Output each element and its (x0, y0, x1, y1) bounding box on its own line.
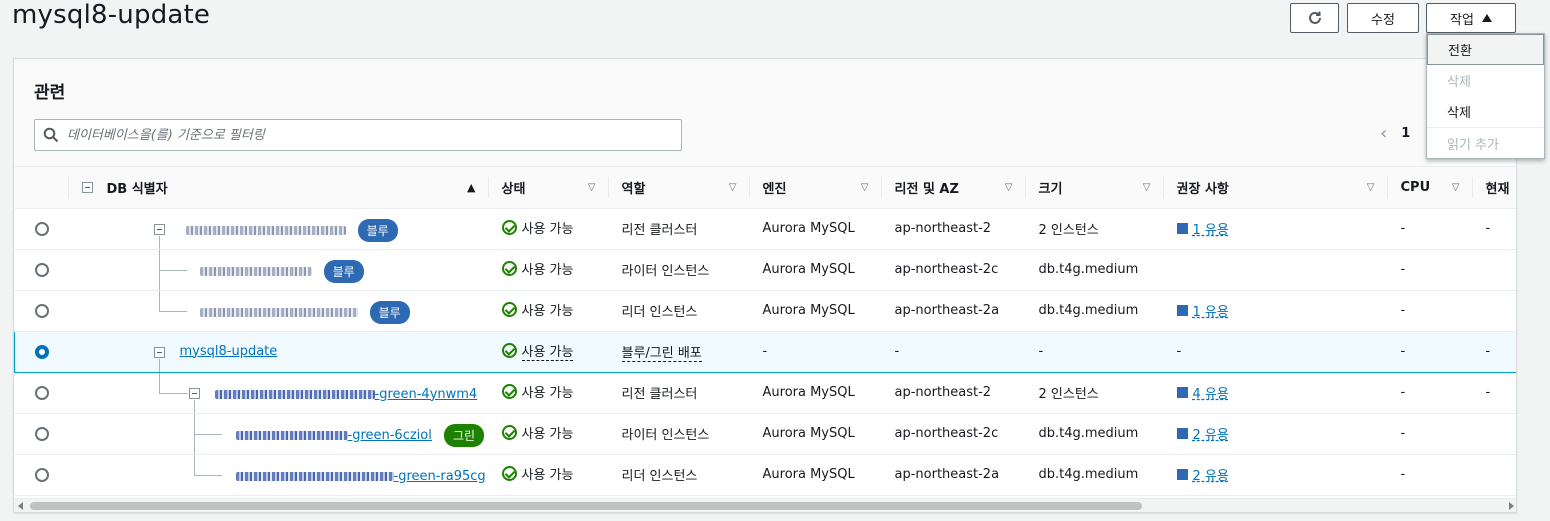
pagination: ‹ 1 (1380, 123, 1410, 144)
table-row[interactable]: -green-6cziol 그린 사용 가능 라이터 인스턴스 Aurora M… (14, 413, 1516, 455)
databases-table: DB 식별자 ▲ 상태 ▽ 역할 ▽ 엔진 ▽ 리전 및 AZ ▽ 크기 ▽ 권장 사항 ▽… (14, 167, 1516, 496)
menu-item-delete[interactable]: 삭제 (1427, 96, 1544, 127)
related-header: 관련 ‹ 1 (14, 59, 1516, 167)
actions-label: 작업 (1450, 12, 1474, 28)
chevron-left-icon[interactable]: ‹ (1380, 123, 1387, 144)
check-circle-icon (501, 220, 517, 235)
sort-icon: ▽ (1366, 182, 1375, 193)
recommendation-link[interactable]: 4 유용 (1176, 383, 1229, 402)
collapse-icon[interactable] (153, 346, 165, 358)
column-header-cpu[interactable]: CPU ▽ (1386, 167, 1472, 209)
blue-badge: 블루 (323, 259, 364, 283)
db-id-link[interactable]: -green-4ynwm4 (375, 387, 478, 402)
related-title: 관련 (34, 83, 66, 103)
check-circle-icon (501, 343, 517, 359)
collapse-icon[interactable] (153, 223, 165, 235)
column-header-status[interactable]: 상태 ▽ (487, 167, 608, 209)
recommendation-link[interactable]: 2 유용 (1176, 465, 1229, 484)
info-square-icon (1176, 428, 1188, 439)
menu-item-add-reader: 읽기 추가 (1427, 127, 1544, 158)
search-input[interactable] (67, 127, 681, 143)
check-circle-icon (501, 466, 517, 481)
table-row[interactable]: -green-4ynwm4 그린 사용 가능 리전 클러스터 Aurora My… (14, 372, 1516, 414)
recommendation-link[interactable]: 2 유용 (1176, 424, 1229, 443)
sort-icon: ▽ (587, 182, 596, 193)
redacted-db-id (214, 389, 375, 399)
sort-icon: ▽ (1451, 182, 1460, 193)
sort-ascending-icon: ▲ (467, 181, 476, 194)
redacted-db-id (235, 430, 348, 440)
info-square-icon (1176, 223, 1188, 234)
db-id-link[interactable]: -green-6cziol (348, 428, 432, 443)
table-row[interactable]: 블루 사용 가능 리더 인스턴스 Aurora MySQL ap-northea… (14, 290, 1516, 332)
recommendation-link[interactable]: 1 유용 (1176, 301, 1229, 320)
search-icon (43, 127, 59, 143)
green-badge: 그린 (444, 423, 485, 447)
column-header-role[interactable]: 역할 ▽ (607, 167, 749, 209)
row-radio[interactable] (34, 467, 49, 482)
horizontal-scrollbar[interactable] (14, 498, 1516, 512)
redacted-db-id (235, 471, 394, 481)
check-circle-icon (501, 261, 517, 276)
redacted-db-id (199, 266, 312, 276)
row-radio[interactable] (34, 385, 49, 400)
menu-item-delete-disabled: 삭제 (1447, 75, 1471, 90)
redacted-db-id (185, 225, 346, 235)
scroll-right-icon[interactable] (1509, 502, 1514, 510)
scroll-thumb[interactable] (30, 502, 1142, 510)
collapse-icon[interactable] (188, 387, 200, 399)
sort-icon: ▽ (1004, 182, 1013, 193)
column-header-recommendation[interactable]: 권장 사항 ▽ (1162, 167, 1387, 209)
table-row[interactable]: -green-ra95cg 그린 사용 가능 리더 인스턴스 Aurora My… (14, 454, 1516, 496)
search-box[interactable] (34, 119, 682, 151)
check-circle-icon (501, 425, 517, 440)
column-header-current[interactable]: 현재 (1471, 167, 1516, 209)
actions-button[interactable]: 작업 (1426, 3, 1516, 33)
refresh-button[interactable] (1290, 3, 1339, 33)
info-square-icon (1176, 469, 1188, 480)
row-radio[interactable] (34, 221, 49, 236)
menu-item-switchover[interactable]: 전환 (1427, 34, 1544, 65)
column-header-db-id[interactable]: DB 식별자 ▲ (67, 167, 488, 209)
page-number[interactable]: 1 (1401, 126, 1410, 141)
refresh-icon (1308, 11, 1321, 24)
table-row[interactable]: 블루 사용 가능 리전 클러스터 Aurora MySQL ap-northea… (14, 208, 1516, 250)
db-id-link[interactable]: mysql8-update (180, 344, 278, 359)
db-id-link[interactable]: -green-ra95cg (394, 469, 486, 484)
table-row[interactable]: 블루 사용 가능 라이터 인스턴스 Aurora MySQL ap-northe… (14, 249, 1516, 291)
row-radio-selected[interactable] (35, 344, 49, 359)
recommendation-link[interactable]: 1 유용 (1176, 219, 1229, 238)
collapse-all-icon[interactable] (81, 181, 93, 193)
sort-icon: ▽ (860, 182, 869, 193)
row-radio[interactable] (34, 303, 49, 318)
page-title: mysql8-update (12, 0, 211, 30)
check-circle-icon (501, 384, 517, 399)
info-square-icon (1176, 305, 1188, 316)
related-panel: 관련 ‹ 1 DB 식별자 (13, 58, 1517, 513)
table-row-selected[interactable]: mysql8-update 사용 가능 블루/그린 배포 - - - - - - (14, 330, 1516, 373)
row-radio[interactable] (34, 426, 49, 441)
scroll-left-icon[interactable] (18, 502, 23, 510)
sort-icon: ▽ (728, 182, 737, 193)
column-header-size[interactable]: 크기 ▽ (1024, 167, 1163, 209)
column-header-engine[interactable]: 엔진 ▽ (748, 167, 881, 209)
blue-badge: 블루 (357, 218, 398, 242)
select-column-header (14, 167, 68, 209)
redacted-db-id (199, 307, 358, 317)
info-square-icon (1176, 387, 1188, 398)
caret-up-icon (1481, 14, 1492, 22)
sort-icon: ▽ (1142, 182, 1151, 193)
table-header-row: DB 식별자 ▲ 상태 ▽ 역할 ▽ 엔진 ▽ 리전 및 AZ ▽ 크기 ▽ 권장 사항 ▽… (14, 167, 1516, 209)
row-radio[interactable] (34, 262, 49, 277)
edit-button[interactable]: 수정 (1347, 3, 1419, 33)
check-circle-icon (501, 302, 517, 317)
actions-dropdown-menu: 전환 삭제 삭제 읽기 추가 (1426, 33, 1545, 159)
blue-badge: 블루 (369, 300, 410, 324)
column-header-region[interactable]: 리전 및 AZ ▽ (880, 167, 1025, 209)
